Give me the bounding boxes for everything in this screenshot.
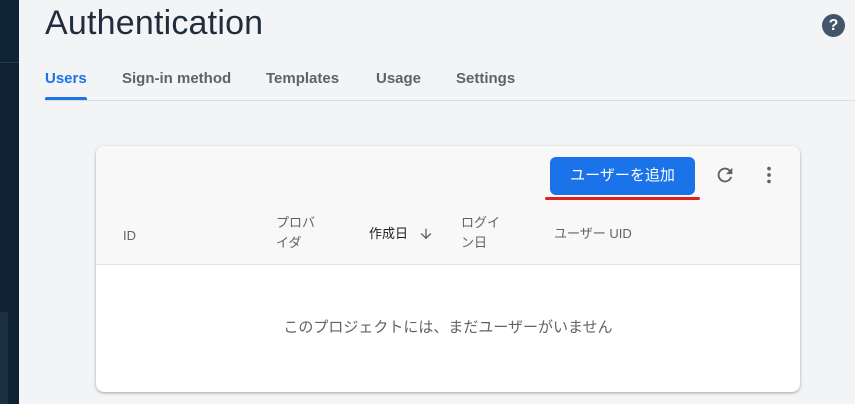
- left-nav-divider: [0, 62, 19, 63]
- more-vert-icon[interactable]: [758, 164, 780, 186]
- column-header-id: ID: [123, 228, 136, 243]
- tab-users-label: Users: [45, 70, 87, 87]
- tab-usage-label: Usage: [376, 70, 422, 87]
- arrow-down-icon[interactable]: [418, 226, 434, 242]
- left-nav-header: [0, 0, 19, 62]
- tab-users[interactable]: Users: [45, 68, 87, 100]
- tab-sign-in-method-label: Sign-in method: [122, 70, 232, 87]
- refresh-icon[interactable]: [714, 164, 736, 186]
- add-user-button[interactable]: ユーザーを追加: [550, 157, 695, 195]
- tab-templates-label: Templates: [266, 70, 340, 87]
- column-header-uid: ユーザー UID: [554, 226, 632, 241]
- table-header-divider: [96, 264, 800, 265]
- tab-bar: Users Sign-in method Templates Usage Set…: [45, 68, 855, 101]
- page-title: Authentication: [45, 4, 264, 42]
- highlight-underline: [545, 197, 700, 200]
- left-nav-rail: [0, 0, 19, 404]
- column-header-signed-in: ログイン日: [461, 215, 501, 250]
- empty-state-message: このプロジェクトには、まだユーザーがいません: [283, 319, 613, 336]
- tab-settings[interactable]: Settings: [456, 68, 515, 100]
- tab-usage[interactable]: Usage: [376, 68, 421, 100]
- column-header-created[interactable]: 作成日: [369, 224, 408, 244]
- left-nav-item[interactable]: [0, 312, 8, 404]
- tabs-divider: [45, 100, 855, 101]
- help-icon[interactable]: ?: [822, 14, 845, 37]
- column-header-provider: プロバイダ: [276, 215, 316, 250]
- tab-templates[interactable]: Templates: [266, 68, 339, 100]
- tab-sign-in-method[interactable]: Sign-in method: [122, 68, 231, 100]
- users-card: ユーザーを追加 ID プロバイダ 作成日 ログイン日 ユーザー UID このプロ…: [96, 146, 800, 392]
- tab-settings-label: Settings: [456, 70, 516, 87]
